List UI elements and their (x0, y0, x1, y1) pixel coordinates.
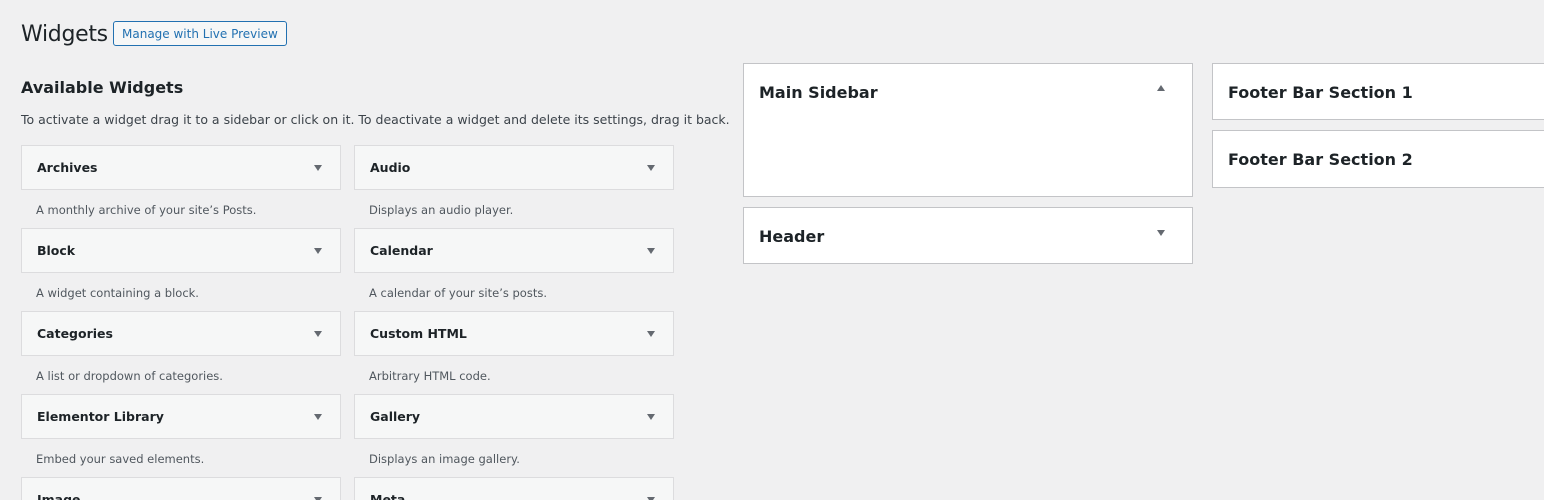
widget-title: Categories (37, 326, 113, 341)
sidebar-title: Footer Bar Section 1 (1228, 83, 1413, 102)
widget-description: A list or dropdown of categories. (36, 369, 223, 383)
available-widgets-heading: Available Widgets (21, 78, 184, 97)
chevron-down-icon[interactable] (314, 331, 322, 337)
page-title: Widgets (21, 22, 108, 47)
sidebar-main[interactable]: Main Sidebar (743, 63, 1193, 197)
widget-title: Archives (37, 160, 98, 175)
widget-elementor-library[interactable]: Elementor Library (21, 394, 341, 439)
widget-title: Elementor Library (37, 409, 164, 424)
widget-description: Displays an audio player. (369, 203, 514, 217)
widget-custom-html[interactable]: Custom HTML (354, 311, 674, 356)
widget-description: Embed your saved elements. (36, 452, 205, 466)
chevron-down-icon[interactable] (314, 165, 322, 171)
sidebar-header[interactable]: Header (743, 207, 1193, 264)
chevron-down-icon[interactable] (647, 331, 655, 337)
sidebar-footer-bar-1[interactable]: Footer Bar Section 1 (1212, 63, 1544, 120)
widget-archives[interactable]: Archives (21, 145, 341, 190)
chevron-up-icon[interactable] (1157, 85, 1165, 91)
manage-live-preview-button[interactable]: Manage with Live Preview (113, 21, 287, 46)
sidebar-title: Header (759, 227, 825, 246)
widget-calendar[interactable]: Calendar (354, 228, 674, 273)
chevron-down-icon[interactable] (314, 414, 322, 420)
widget-audio[interactable]: Audio (354, 145, 674, 190)
widget-description: Arbitrary HTML code. (369, 369, 491, 383)
widget-title: Audio (370, 160, 411, 175)
widget-title: Custom HTML (370, 326, 467, 341)
chevron-down-icon[interactable] (647, 414, 655, 420)
widget-gallery[interactable]: Gallery (354, 394, 674, 439)
widget-description: A widget containing a block. (36, 286, 199, 300)
widget-title: Calendar (370, 243, 433, 258)
widget-image[interactable]: Image (21, 477, 341, 500)
sidebar-title: Main Sidebar (759, 83, 878, 102)
widget-title: Meta (370, 492, 406, 500)
widget-meta[interactable]: Meta (354, 477, 674, 500)
widget-block[interactable]: Block (21, 228, 341, 273)
sidebar-footer-bar-2[interactable]: Footer Bar Section 2 (1212, 130, 1544, 188)
chevron-down-icon[interactable] (647, 165, 655, 171)
widget-title: Gallery (370, 409, 421, 424)
widgets-page: Widgets Manage with Live Preview Availab… (0, 0, 1544, 500)
widget-categories[interactable]: Categories (21, 311, 341, 356)
chevron-down-icon[interactable] (1157, 230, 1165, 236)
widget-description: A calendar of your site’s posts. (369, 286, 547, 300)
widget-title: Image (37, 492, 81, 500)
widget-title: Block (37, 243, 76, 258)
chevron-down-icon[interactable] (647, 248, 655, 254)
widget-description: Displays an image gallery. (369, 452, 520, 466)
widget-description: A monthly archive of your site’s Posts. (36, 203, 257, 217)
chevron-down-icon[interactable] (314, 248, 322, 254)
available-widgets-description: To activate a widget drag it to a sideba… (21, 112, 730, 127)
sidebar-title: Footer Bar Section 2 (1228, 150, 1413, 169)
